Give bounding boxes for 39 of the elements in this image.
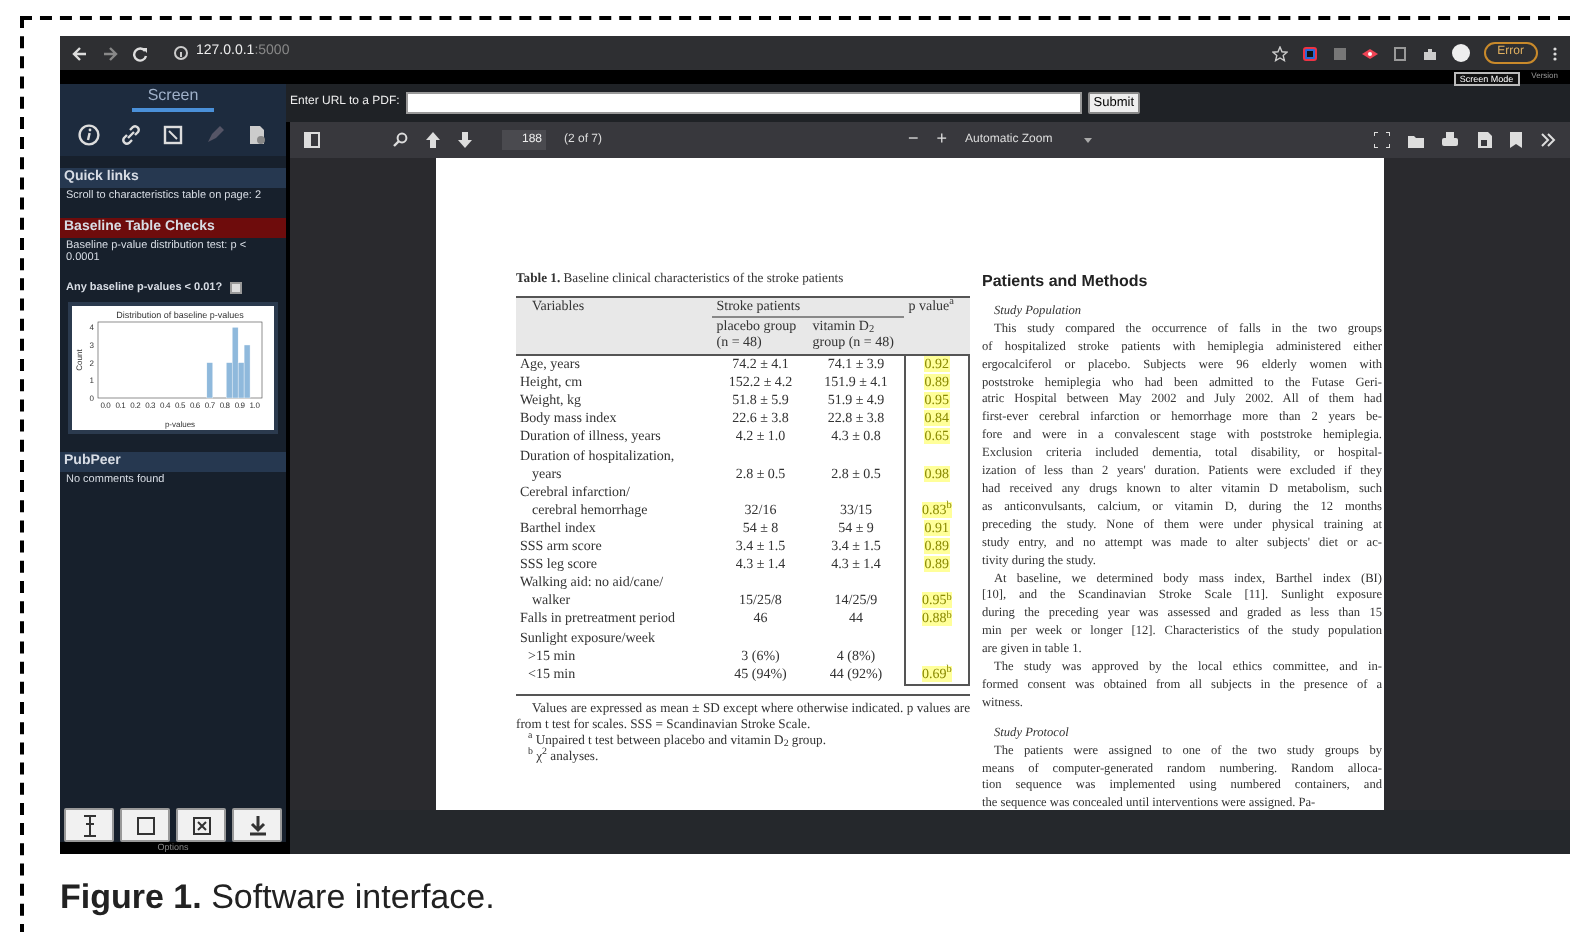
presentation-icon[interactable] bbox=[1374, 132, 1390, 148]
arrow-up-icon[interactable] bbox=[426, 132, 440, 148]
reload-icon[interactable] bbox=[132, 45, 148, 61]
square-icon bbox=[133, 813, 157, 837]
histogram-bar bbox=[206, 362, 213, 399]
checkbox[interactable] bbox=[230, 281, 243, 294]
kebab-menu-icon[interactable] bbox=[1552, 45, 1558, 61]
section-heading: Patients and Methods bbox=[982, 274, 1150, 292]
bookmark-icon[interactable] bbox=[1510, 132, 1522, 148]
print-icon[interactable] bbox=[1442, 132, 1458, 148]
star-icon[interactable] bbox=[1271, 45, 1288, 61]
close-icon bbox=[189, 813, 213, 837]
back-icon[interactable] bbox=[72, 45, 88, 61]
link-icon[interactable] bbox=[120, 123, 142, 145]
sidebar-toggle-icon[interactable] bbox=[304, 132, 320, 148]
forward-icon[interactable] bbox=[102, 45, 118, 61]
url-field[interactable] bbox=[405, 92, 1082, 114]
info-icon[interactable] bbox=[78, 123, 100, 145]
cursor-button[interactable] bbox=[64, 808, 114, 842]
square-icon[interactable] bbox=[162, 123, 184, 145]
zoom-in-button[interactable]: + bbox=[936, 126, 948, 154]
download-icon bbox=[245, 813, 269, 837]
download-button[interactable] bbox=[232, 808, 282, 842]
document-icon[interactable] bbox=[246, 123, 268, 145]
caret-icon bbox=[1084, 136, 1093, 144]
chevron-right-icon[interactable] bbox=[1540, 132, 1556, 148]
zoom-out-button[interactable]: − bbox=[908, 126, 919, 154]
save-icon[interactable] bbox=[1476, 132, 1492, 148]
open-file-icon[interactable] bbox=[1408, 132, 1424, 148]
square-button[interactable] bbox=[120, 808, 170, 842]
arrow-down-icon[interactable] bbox=[458, 132, 472, 148]
avatar-icon[interactable] bbox=[1451, 44, 1470, 62]
extension-icon[interactable] bbox=[1391, 45, 1408, 61]
extension-icon[interactable] bbox=[1361, 45, 1378, 61]
figure-caption: Figure 1. Software interface. bbox=[60, 878, 497, 918]
clear-button[interactable] bbox=[176, 808, 226, 842]
info-icon bbox=[174, 46, 188, 60]
puzzle-icon[interactable] bbox=[1421, 45, 1438, 61]
search-icon[interactable] bbox=[392, 132, 408, 148]
